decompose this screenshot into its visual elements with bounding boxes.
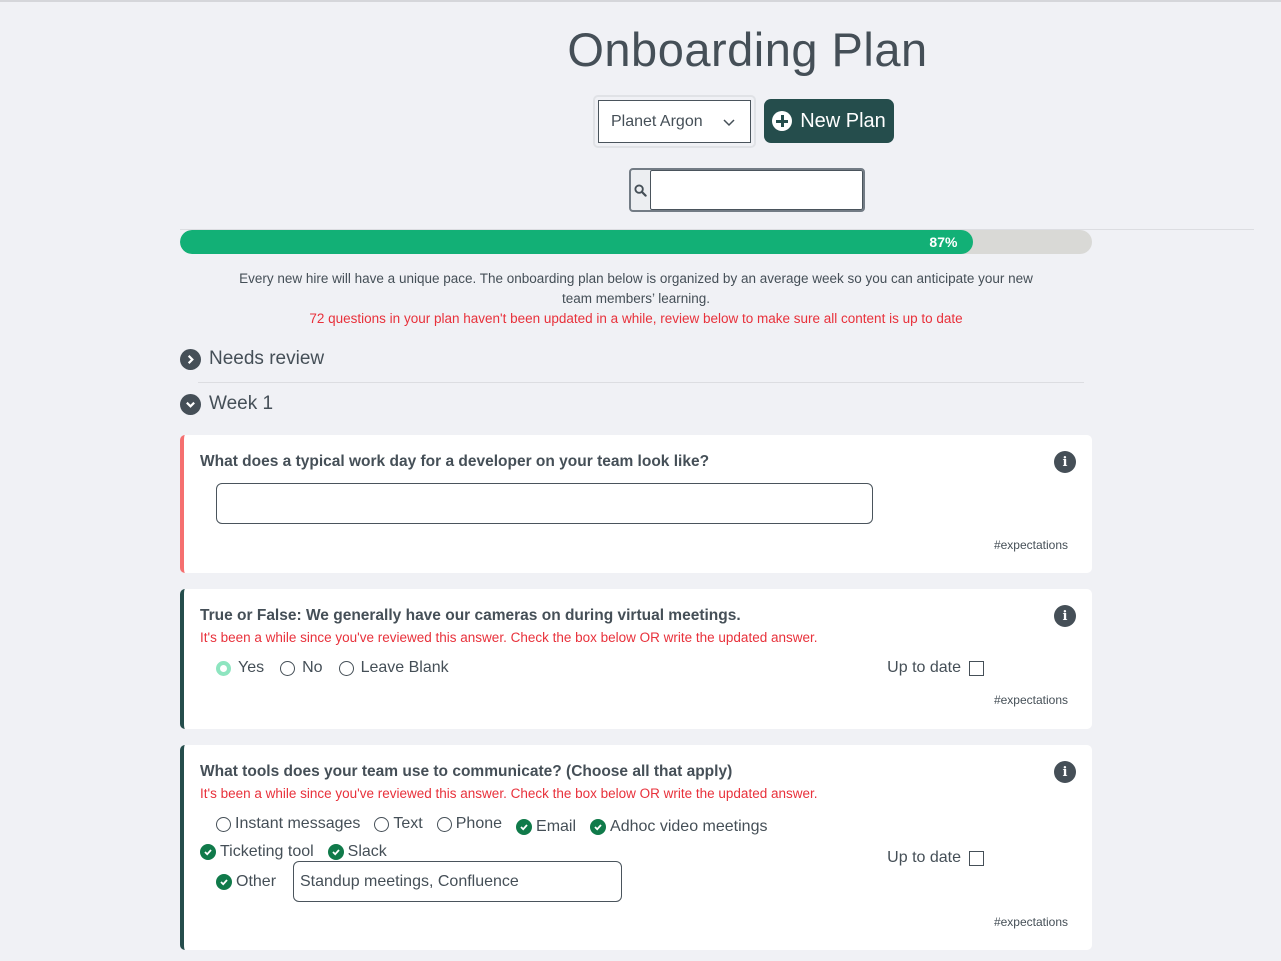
check-circle-icon[interactable]	[200, 843, 216, 860]
search-box	[629, 168, 865, 212]
question-tag: #expectations	[993, 693, 1068, 707]
radio-group: Yes No Leave Blank	[216, 659, 465, 677]
option-ticketing-tool[interactable]: Ticketing tool	[200, 840, 314, 864]
progress-label: 87%	[929, 234, 958, 250]
option-phone[interactable]: Phone	[436, 812, 503, 836]
section-label: Week 1	[209, 393, 274, 414]
check-circle-icon[interactable]	[216, 874, 232, 890]
checkbox[interactable]	[436, 816, 452, 832]
radio-option-yes[interactable]: Yes	[216, 659, 264, 677]
option-label: Text	[393, 815, 423, 832]
info-icon[interactable]: i	[1054, 761, 1076, 783]
radio-button[interactable]	[280, 660, 296, 676]
up-to-date-control: Up to date	[887, 849, 984, 867]
checkbox[interactable]	[374, 816, 390, 832]
option-label: Leave Blank	[360, 659, 449, 676]
section-week-1[interactable]: Week 1	[180, 393, 273, 415]
company-select[interactable]: Planet Argon	[598, 100, 751, 143]
question-card: What tools does your team use to communi…	[180, 745, 1092, 950]
page-title: Onboarding Plan	[567, 23, 928, 76]
option-label: Instant messages	[235, 815, 361, 832]
new-plan-button[interactable]: New Plan	[764, 99, 894, 143]
option-label: Ticketing tool	[220, 842, 314, 860]
option-label: Yes	[238, 659, 265, 676]
option-email[interactable]: Email	[516, 815, 576, 839]
chevron-down-circle-icon	[180, 393, 201, 415]
intro-text: Every new hire will have a unique pace. …	[180, 269, 1092, 329]
other-answer-input[interactable]	[293, 861, 622, 902]
question-text: What tools does your team use to communi…	[200, 763, 733, 780]
option-other[interactable]: Other	[216, 873, 276, 891]
option-label: Adhoc video meetings	[610, 817, 768, 835]
question-card: True or False: We generally have our cam…	[180, 589, 1092, 729]
question-tag: #expectations	[993, 915, 1068, 929]
option-slack[interactable]: Slack	[327, 840, 387, 864]
stale-warning: It's been a while since you've reviewed …	[200, 630, 818, 645]
option-instant-messages[interactable]: Instant messages	[216, 812, 360, 836]
progress-bar: 87%	[180, 230, 1092, 254]
info-icon[interactable]: i	[1054, 451, 1076, 473]
question-tag: #expectations	[993, 538, 1068, 552]
up-to-date-label: Up to date	[887, 849, 961, 866]
checkbox[interactable]	[216, 816, 231, 832]
intro-line-1: Every new hire will have a unique pace. …	[239, 271, 1033, 286]
option-label: Other	[236, 873, 277, 890]
info-icon[interactable]: i	[1054, 605, 1076, 627]
question-text: What does a typical work day for a devel…	[200, 453, 710, 470]
question-text: True or False: We generally have our cam…	[200, 607, 741, 624]
option-label: Phone	[455, 815, 503, 832]
section-label: Needs review	[209, 348, 325, 369]
section-needs-review[interactable]: Needs review	[180, 348, 324, 370]
progress-fill: 87%	[180, 230, 974, 254]
company-select-wrapper: Planet Argon	[593, 95, 756, 148]
question-card: What does a typical work day for a devel…	[180, 435, 1092, 573]
new-plan-label: New Plan	[800, 109, 886, 132]
search-icon	[631, 170, 650, 210]
radio-button[interactable]	[216, 660, 231, 676]
check-circle-icon[interactable]	[590, 818, 607, 835]
up-to-date-control: Up to date	[887, 659, 984, 677]
up-to-date-label: Up to date	[887, 659, 961, 676]
intro-line-2: team members’ learning.	[561, 291, 711, 306]
company-select-value: Planet Argon	[611, 112, 703, 130]
radio-option-no[interactable]: No	[280, 659, 323, 677]
search-input[interactable]	[650, 170, 863, 210]
checkbox-group: Instant messages Text Phone Email Adhoc vide…	[200, 812, 840, 865]
plus-circle-icon	[772, 111, 793, 131]
option-label: No	[302, 659, 323, 676]
answer-input[interactable]	[216, 483, 873, 524]
radio-button[interactable]	[338, 660, 354, 676]
up-to-date-checkbox[interactable]	[969, 850, 984, 866]
stale-warning: It's been a while since you've reviewed …	[200, 786, 818, 801]
chevron-right-circle-icon	[180, 348, 201, 370]
stale-questions-warning: 72 questions in your plan haven't been u…	[309, 311, 963, 326]
option-adhoc-video-meetings[interactable]: Adhoc video meetings	[590, 815, 767, 839]
chevron-down-icon	[723, 118, 735, 126]
radio-option-leave-blank[interactable]: Leave Blank	[338, 659, 449, 677]
divider	[198, 382, 1084, 383]
up-to-date-checkbox[interactable]	[969, 660, 984, 676]
option-label: Slack	[347, 842, 387, 860]
check-circle-icon[interactable]	[516, 818, 533, 835]
option-text[interactable]: Text	[374, 812, 423, 836]
check-circle-icon[interactable]	[327, 843, 344, 860]
option-label: Email	[536, 817, 577, 835]
